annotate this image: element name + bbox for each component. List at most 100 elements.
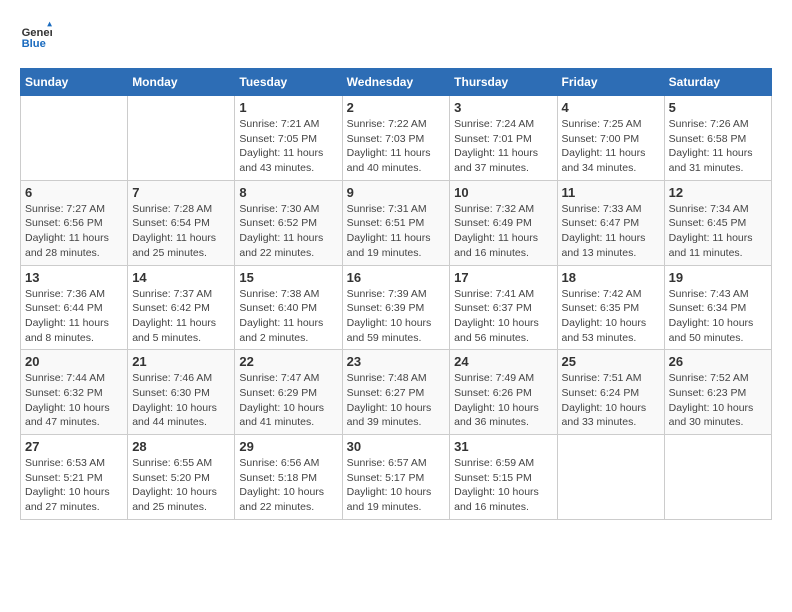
calendar-cell: 30Sunrise: 6:57 AM Sunset: 5:17 PM Dayli… — [342, 435, 450, 520]
calendar-cell: 10 Sunrise: 7:32 AM Sunset: 6:49 PM Dayli… — [450, 180, 557, 265]
day-number: 6 — [25, 185, 123, 200]
calendar-cell: 12Sunrise: 7:34 AM Sunset: 6:45 PM Dayli… — [664, 180, 771, 265]
day-number: 13 — [25, 270, 123, 285]
week-row-2: 6 Sunrise: 7:27 AM Sunset: 6:56 PM Daylig… — [21, 180, 772, 265]
day-detail: Sunrise: 7:31 AM Sunset: 6:51 PM Dayligh… — [347, 202, 446, 261]
calendar-cell: 26 Sunrise: 7:52 AM Sunset: 6:23 PM Dayli… — [664, 350, 771, 435]
day-number: 14 — [132, 270, 230, 285]
calendar-cell: 31 Sunrise: 6:59 AM Sunset: 5:15 PM Dayli… — [450, 435, 557, 520]
col-header-monday: Monday — [128, 69, 235, 96]
day-detail: Sunrise: 7:41 AM Sunset: 6:37 PM Dayligh… — [454, 287, 552, 346]
day-detail: Sunrise: 7:47 AM Sunset: 6:29 PM Dayligh… — [239, 371, 337, 430]
day-detail: Sunrise: 7:28 AM Sunset: 6:54 PM Dayligh… — [132, 202, 230, 261]
day-detail: Sunrise: 7:25 AM Sunset: 7:00 PM Dayligh… — [562, 117, 660, 176]
day-number: 10 — [454, 185, 552, 200]
day-detail: Sunrise: 7:26 AM Sunset: 6:58 PM Dayligh… — [669, 117, 767, 176]
col-header-thursday: Thursday — [450, 69, 557, 96]
calendar-cell — [664, 435, 771, 520]
calendar-cell: 4 Sunrise: 7:25 AM Sunset: 7:00 PM Daylig… — [557, 96, 664, 181]
day-number: 18 — [562, 270, 660, 285]
day-number: 27 — [25, 439, 123, 454]
day-number: 15 — [239, 270, 337, 285]
day-detail: Sunrise: 7:43 AM Sunset: 6:34 PM Dayligh… — [669, 287, 767, 346]
day-detail: Sunrise: 7:52 AM Sunset: 6:23 PM Dayligh… — [669, 371, 767, 430]
calendar-cell: 27 Sunrise: 6:53 AM Sunset: 5:21 PM Dayli… — [21, 435, 128, 520]
calendar-cell — [21, 96, 128, 181]
day-detail: Sunrise: 7:42 AM Sunset: 6:35 PM Dayligh… — [562, 287, 660, 346]
logo-icon: General Blue — [20, 20, 52, 52]
week-row-4: 20 Sunrise: 7:44 AM Sunset: 6:32 PM Dayli… — [21, 350, 772, 435]
day-detail: Sunrise: 7:39 AM Sunset: 6:39 PM Dayligh… — [347, 287, 446, 346]
logo: General Blue — [20, 20, 56, 52]
day-number: 30 — [347, 439, 446, 454]
day-number: 20 — [25, 354, 123, 369]
svg-text:General: General — [22, 27, 52, 39]
calendar-cell: 28 Sunrise: 6:55 AM Sunset: 5:20 PM Dayli… — [128, 435, 235, 520]
day-detail: Sunrise: 7:44 AM Sunset: 6:32 PM Dayligh… — [25, 371, 123, 430]
day-detail: Sunrise: 7:33 AM Sunset: 6:47 PM Dayligh… — [562, 202, 660, 261]
week-row-5: 27 Sunrise: 6:53 AM Sunset: 5:21 PM Dayli… — [21, 435, 772, 520]
day-number: 11 — [562, 185, 660, 200]
col-header-saturday: Saturday — [664, 69, 771, 96]
calendar-cell: 16 Sunrise: 7:39 AM Sunset: 6:39 PM Dayli… — [342, 265, 450, 350]
day-detail: Sunrise: 7:36 AM Sunset: 6:44 PM Dayligh… — [25, 287, 123, 346]
day-number: 17 — [454, 270, 552, 285]
day-detail: Sunrise: 7:37 AM Sunset: 6:42 PM Dayligh… — [132, 287, 230, 346]
day-detail: Sunrise: 7:22 AM Sunset: 7:03 PM Dayligh… — [347, 117, 446, 176]
day-number: 22 — [239, 354, 337, 369]
calendar-cell: 17 Sunrise: 7:41 AM Sunset: 6:37 PM Dayli… — [450, 265, 557, 350]
day-number: 21 — [132, 354, 230, 369]
calendar-cell: 19 Sunrise: 7:43 AM Sunset: 6:34 PM Dayli… — [664, 265, 771, 350]
day-number: 23 — [347, 354, 446, 369]
day-number: 31 — [454, 439, 552, 454]
day-number: 9 — [347, 185, 446, 200]
day-number: 5 — [669, 100, 767, 115]
day-number: 19 — [669, 270, 767, 285]
col-header-friday: Friday — [557, 69, 664, 96]
day-number: 28 — [132, 439, 230, 454]
day-detail: Sunrise: 7:24 AM Sunset: 7:01 PM Dayligh… — [454, 117, 552, 176]
calendar-cell — [128, 96, 235, 181]
calendar-cell: 11 Sunrise: 7:33 AM Sunset: 6:47 PM Dayli… — [557, 180, 664, 265]
day-number: 25 — [562, 354, 660, 369]
col-header-sunday: Sunday — [21, 69, 128, 96]
day-detail: Sunrise: 7:21 AM Sunset: 7:05 PM Dayligh… — [239, 117, 337, 176]
day-number: 7 — [132, 185, 230, 200]
calendar-cell: 9 Sunrise: 7:31 AM Sunset: 6:51 PM Daylig… — [342, 180, 450, 265]
day-detail: Sunrise: 7:48 AM Sunset: 6:27 PM Dayligh… — [347, 371, 446, 430]
col-header-tuesday: Tuesday — [235, 69, 342, 96]
day-number: 16 — [347, 270, 446, 285]
calendar-cell — [557, 435, 664, 520]
day-detail: Sunrise: 6:55 AM Sunset: 5:20 PM Dayligh… — [132, 456, 230, 515]
day-detail: Sunrise: 6:59 AM Sunset: 5:15 PM Dayligh… — [454, 456, 552, 515]
day-number: 1 — [239, 100, 337, 115]
day-detail: Sunrise: 7:30 AM Sunset: 6:52 PM Dayligh… — [239, 202, 337, 261]
day-detail: Sunrise: 7:27 AM Sunset: 6:56 PM Dayligh… — [25, 202, 123, 261]
page-header: General Blue — [20, 20, 772, 52]
calendar-cell: 24Sunrise: 7:49 AM Sunset: 6:26 PM Dayli… — [450, 350, 557, 435]
week-row-3: 13 Sunrise: 7:36 AM Sunset: 6:44 PM Dayli… — [21, 265, 772, 350]
day-number: 26 — [669, 354, 767, 369]
calendar-cell: 8 Sunrise: 7:30 AM Sunset: 6:52 PM Daylig… — [235, 180, 342, 265]
calendar-cell: 2 Sunrise: 7:22 AM Sunset: 7:03 PM Daylig… — [342, 96, 450, 181]
calendar-cell: 13 Sunrise: 7:36 AM Sunset: 6:44 PM Dayli… — [21, 265, 128, 350]
day-number: 4 — [562, 100, 660, 115]
day-detail: Sunrise: 7:51 AM Sunset: 6:24 PM Dayligh… — [562, 371, 660, 430]
day-detail: Sunrise: 6:56 AM Sunset: 5:18 PM Dayligh… — [239, 456, 337, 515]
day-number: 3 — [454, 100, 552, 115]
calendar-cell: 6 Sunrise: 7:27 AM Sunset: 6:56 PM Daylig… — [21, 180, 128, 265]
day-detail: Sunrise: 6:53 AM Sunset: 5:21 PM Dayligh… — [25, 456, 123, 515]
day-detail: Sunrise: 7:49 AM Sunset: 6:26 PM Dayligh… — [454, 371, 552, 430]
day-number: 2 — [347, 100, 446, 115]
day-number: 12 — [669, 185, 767, 200]
day-detail: Sunrise: 7:32 AM Sunset: 6:49 PM Dayligh… — [454, 202, 552, 261]
calendar-cell: 15 Sunrise: 7:38 AM Sunset: 6:40 PM Dayli… — [235, 265, 342, 350]
calendar-cell: 1 Sunrise: 7:21 AM Sunset: 7:05 PM Daylig… — [235, 96, 342, 181]
calendar-cell: 25 Sunrise: 7:51 AM Sunset: 6:24 PM Dayli… — [557, 350, 664, 435]
calendar-cell: 29Sunrise: 6:56 AM Sunset: 5:18 PM Dayli… — [235, 435, 342, 520]
calendar-cell: 14 Sunrise: 7:37 AM Sunset: 6:42 PM Dayli… — [128, 265, 235, 350]
calendar-cell: 18 Sunrise: 7:42 AM Sunset: 6:35 PM Dayli… — [557, 265, 664, 350]
calendar-header: SundayMondayTuesdayWednesdayThursdayFrid… — [21, 69, 772, 96]
day-detail: Sunrise: 7:38 AM Sunset: 6:40 PM Dayligh… — [239, 287, 337, 346]
day-number: 8 — [239, 185, 337, 200]
